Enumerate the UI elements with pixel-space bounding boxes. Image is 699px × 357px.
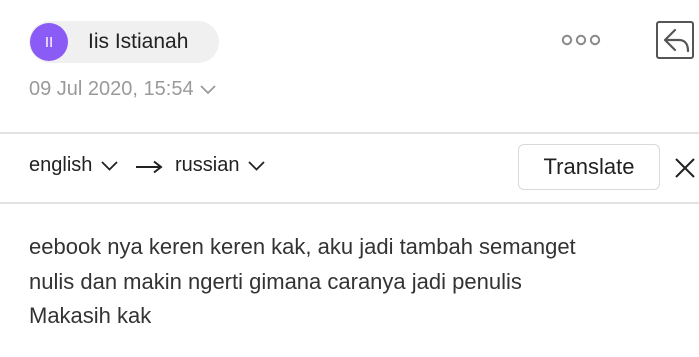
arrow-right-icon (136, 160, 163, 174)
message-line: nulis dan makin ngerti gimana caranya ja… (29, 268, 522, 294)
sender-chip[interactable]: II Iis Istianah (29, 21, 219, 63)
reply-button[interactable] (655, 20, 695, 60)
more-dots-icon (561, 34, 601, 46)
divider (0, 202, 699, 204)
message-date: 09 Jul 2020, 15:54 (29, 78, 194, 100)
reply-icon (656, 21, 694, 59)
chevron-down-icon (101, 160, 119, 171)
target-language-select[interactable]: russian (175, 154, 266, 177)
message-body: eebook nya keren keren kak, aku jadi tam… (29, 230, 689, 334)
source-language-select[interactable]: english (29, 154, 119, 177)
close-icon (675, 158, 695, 178)
translate-button[interactable]: Translate (518, 144, 660, 190)
chevron-down-icon (199, 84, 216, 94)
message-line: eebook nya keren keren kak, aku jadi tam… (29, 234, 576, 259)
source-language-label: english (29, 154, 93, 176)
close-translator-button[interactable] (673, 156, 697, 180)
sender-name: Iis Istianah (88, 30, 189, 53)
message-line: Makasih kak (29, 303, 152, 328)
date-dropdown[interactable]: 09 Jul 2020, 15:54 (29, 78, 216, 101)
avatar: II (30, 23, 68, 61)
more-options-button[interactable] (556, 28, 606, 52)
divider (0, 132, 699, 134)
target-language-label: russian (175, 154, 240, 176)
chevron-down-icon (248, 160, 266, 171)
